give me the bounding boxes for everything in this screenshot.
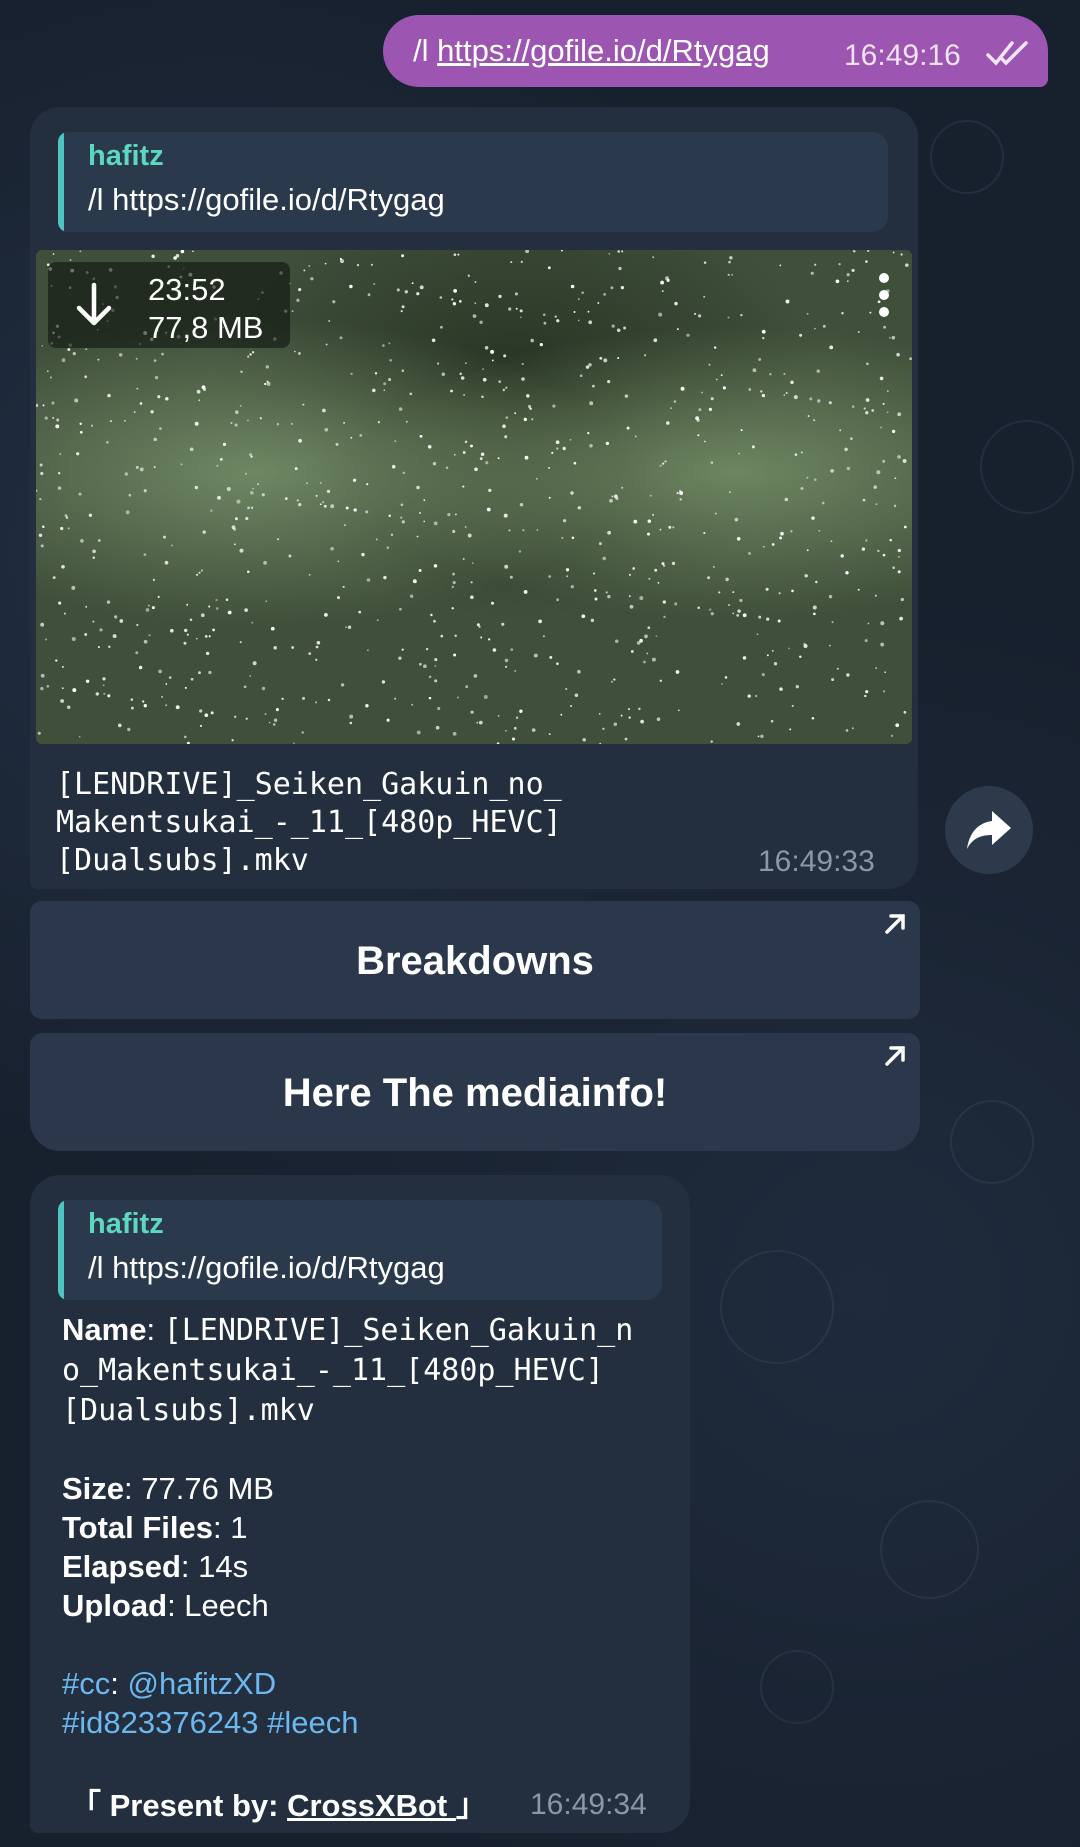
outgoing-message[interactable]: /l https://gofile.io/d/Rtygag 16:49:16 xyxy=(383,15,1048,87)
reply-text: /l https://gofile.io/d/Rtygag xyxy=(88,182,445,217)
id-hashtag[interactable]: #id823376243 xyxy=(62,1705,259,1740)
tags-row: #id823376243 #leech xyxy=(62,1703,662,1742)
video-duration: 23:52 xyxy=(148,272,226,307)
breakdowns-button[interactable]: Breakdowns xyxy=(30,901,920,1019)
open-link-icon xyxy=(885,914,905,934)
present-by: 「 Present by: CrossXBot 」 xyxy=(70,1788,487,1823)
reply-preview[interactable]: hafitz /l https://gofile.io/d/Rtygag xyxy=(58,1200,662,1300)
info-message-time: 16:49:34 xyxy=(530,1788,647,1821)
more-vertical-icon[interactable] xyxy=(878,272,890,318)
reply-preview[interactable]: hafitz /l https://gofile.io/d/Rtygag xyxy=(58,132,888,232)
share-button[interactable] xyxy=(945,786,1033,874)
outgoing-message-time: 16:49:16 xyxy=(844,39,961,72)
leech-hashtag[interactable]: #leech xyxy=(267,1705,358,1740)
reply-sender: hafitz xyxy=(88,140,164,172)
info-body: Name: [LENDRIVE]_Seiken_Gakuin_n o_Maken… xyxy=(62,1310,662,1742)
download-badge[interactable]: 23:52 77,8 MB xyxy=(48,262,290,348)
reply-text: /l https://gofile.io/d/Rtygag xyxy=(88,1250,445,1285)
share-icon xyxy=(967,811,1011,849)
mediainfo-button[interactable]: Here The mediainfo! xyxy=(30,1033,920,1151)
reply-sender: hafitz xyxy=(88,1208,164,1240)
files-row: Total Files: 1 xyxy=(62,1510,248,1545)
video-thumbnail[interactable]: 23:52 77,8 MB xyxy=(36,250,912,744)
mediainfo-button-label: Here The mediainfo! xyxy=(282,1071,668,1115)
outgoing-message-text: /l https://gofile.io/d/Rtygag xyxy=(413,33,770,68)
upload-row: Upload: Leech xyxy=(62,1588,269,1623)
file-message-time: 16:49:33 xyxy=(758,845,875,878)
bot-link[interactable]: CrossXBot xyxy=(287,1788,456,1823)
double-check-icon xyxy=(986,41,1028,66)
name-row: Name: [LENDRIVE]_Seiken_Gakuin_n o_Maken… xyxy=(62,1312,634,1428)
elapsed-row: Elapsed: 14s xyxy=(62,1549,249,1584)
download-arrow-icon xyxy=(76,282,112,326)
breakdowns-button-label: Breakdowns xyxy=(356,939,594,983)
file-caption: [LENDRIVE]_Seiken_Gakuin_no_ Makentsukai… xyxy=(56,767,562,878)
cc-mention[interactable]: @hafitzXD xyxy=(127,1666,276,1701)
outgoing-message-link[interactable]: https://gofile.io/d/Rtygag xyxy=(437,33,770,68)
cc-hashtag[interactable]: #cc xyxy=(62,1666,110,1701)
video-size: 77,8 MB xyxy=(148,310,264,345)
size-row: Size: 77.76 MB xyxy=(62,1471,274,1506)
open-link-icon xyxy=(885,1046,905,1066)
name-value: [LENDRIVE]_Seiken_Gakuin_n o_Makentsukai… xyxy=(62,1313,634,1428)
cc-row: #cc: @hafitzXD xyxy=(62,1666,277,1701)
